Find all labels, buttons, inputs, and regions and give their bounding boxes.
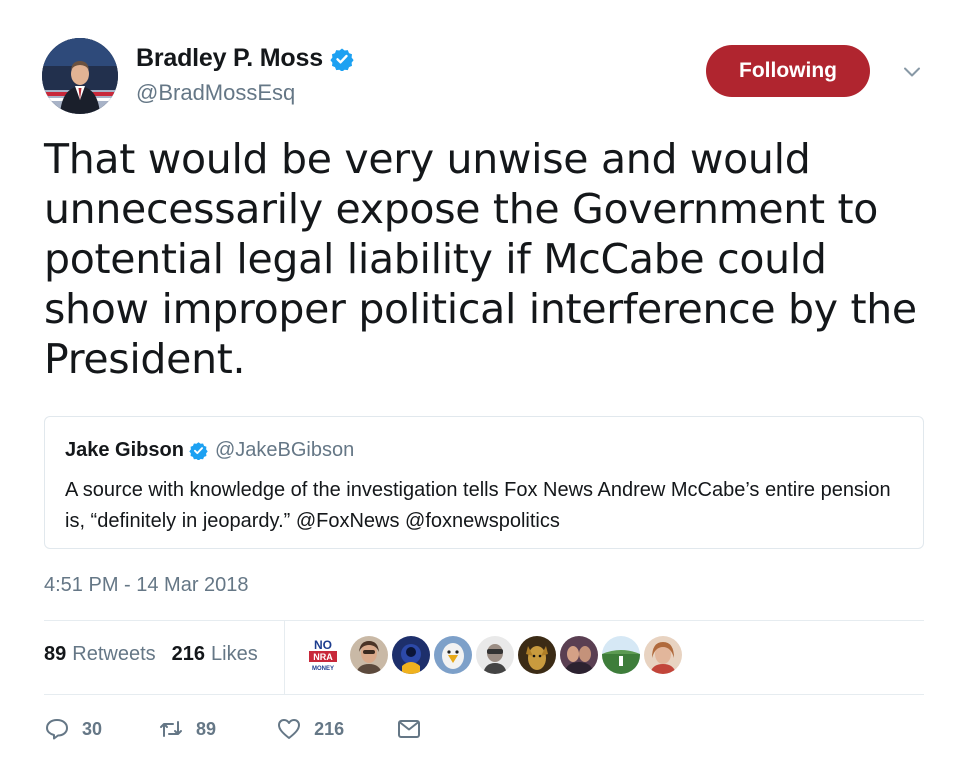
retweets-label: Retweets	[72, 643, 156, 665]
nra-badge-line2: NRA	[313, 652, 333, 662]
tweet-stats: 89 Retweets 216 Likes	[44, 643, 258, 666]
no-nra-money-badge[interactable]: NO NRA MONEY	[304, 636, 342, 674]
tweet-timestamp[interactable]: 4:51 PM - 14 Mar 2018	[44, 574, 249, 597]
quoted-tweet-text: A source with knowledge of the investiga…	[65, 479, 891, 532]
tweet-actions: 30 89 216	[44, 716, 422, 742]
following-button[interactable]: Following	[706, 45, 870, 97]
divider-bottom	[44, 694, 924, 695]
verified-badge-icon	[330, 48, 354, 71]
like-action[interactable]: 216	[276, 716, 344, 742]
likes-stat[interactable]: 216 Likes	[172, 643, 258, 666]
chevron-down-icon[interactable]	[900, 60, 924, 84]
heart-icon	[278, 719, 301, 739]
reply-count: 30	[82, 718, 103, 739]
liker-avatar[interactable]	[560, 636, 598, 674]
reply-action[interactable]: 30	[44, 716, 102, 742]
retweet-action[interactable]: 89	[158, 716, 216, 742]
author-name-row[interactable]: Bradley P. Moss	[136, 44, 354, 73]
retweets-count: 89	[44, 643, 67, 665]
liker-avatar[interactable]	[350, 636, 388, 674]
nra-badge-line3: MONEY	[312, 666, 334, 672]
liker-avatar[interactable]	[392, 636, 430, 674]
liker-avatar[interactable]	[434, 636, 472, 674]
author-display-name[interactable]: Bradley P. Moss	[136, 44, 323, 73]
quoted-author-handle: @JakeBGibson	[214, 439, 355, 461]
verified-badge-icon	[189, 442, 208, 460]
quoted-tweet[interactable]: Jake Gibson @JakeBGibson A source with k…	[44, 416, 924, 549]
like-count: 216	[314, 718, 345, 739]
tweet-text: That would be very unwise and would unne…	[44, 135, 917, 383]
likes-label: Likes	[211, 643, 258, 665]
quoted-author-name: Jake Gibson	[65, 439, 184, 461]
envelope-icon	[398, 720, 421, 738]
retweet-icon	[160, 721, 183, 737]
retweets-stat[interactable]: 89 Retweets	[44, 643, 156, 666]
quoted-tweet-header: Jake Gibson @JakeBGibson	[65, 439, 354, 462]
author-handle[interactable]: @BradMossEsq	[136, 80, 295, 106]
liker-avatar[interactable]	[476, 636, 514, 674]
reply-icon	[46, 719, 68, 740]
retweet-count: 89	[196, 718, 217, 739]
nra-badge-line1: NO	[314, 638, 332, 652]
divider-top	[44, 620, 924, 621]
liker-avatar[interactable]	[602, 636, 640, 674]
direct-message-action[interactable]	[396, 716, 422, 742]
liker-avatar[interactable]	[518, 636, 556, 674]
stats-separator	[284, 620, 285, 694]
author-avatar[interactable]	[42, 38, 118, 114]
likes-count: 216	[171, 643, 205, 665]
likers-list: NO NRA MONEY	[304, 636, 686, 674]
liker-avatar[interactable]	[644, 636, 682, 674]
